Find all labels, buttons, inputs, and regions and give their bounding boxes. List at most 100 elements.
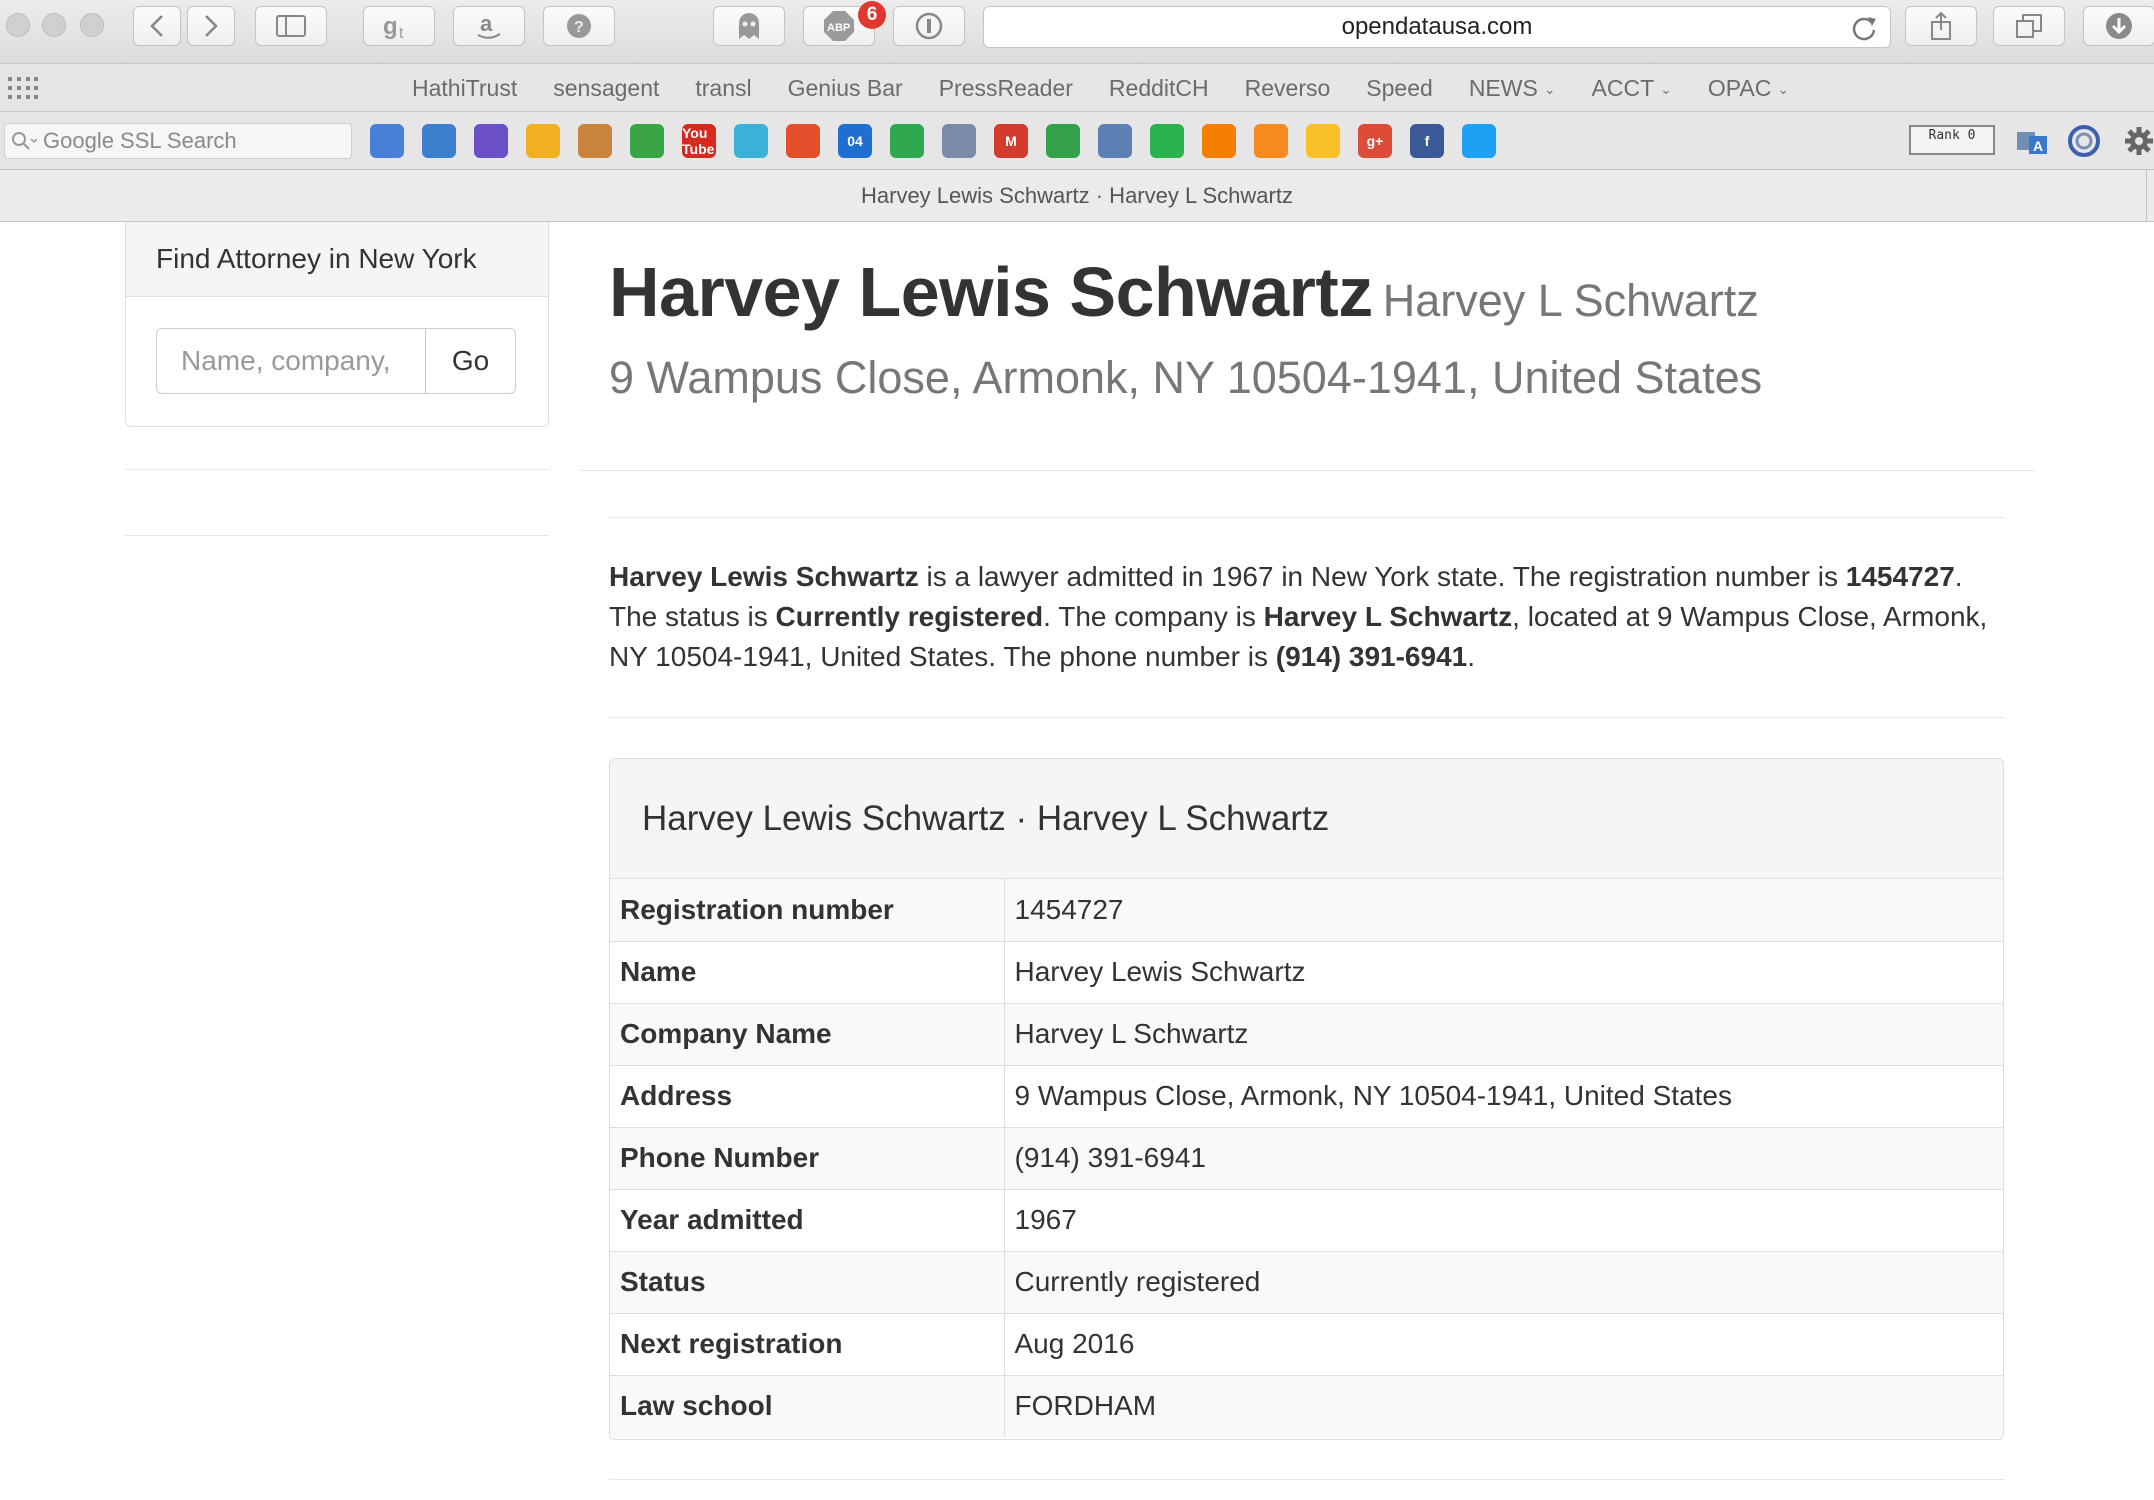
picasa-icon[interactable] (786, 124, 820, 158)
google-plus-icon[interactable]: g+ (1358, 124, 1392, 158)
c-logo-icon (2068, 125, 2100, 157)
active-tab-title[interactable]: Harvey Lewis Schwartz · Harvey L Schwart… (861, 183, 1293, 209)
svg-text:ABP: ABP (827, 22, 850, 34)
attorney-search-form: Go (156, 328, 516, 394)
summary-text: is a lawyer admitted in 1967 in New York… (918, 561, 1846, 592)
share-button[interactable] (1905, 6, 1977, 46)
ghostery-button[interactable] (713, 6, 785, 46)
extension-c-button[interactable] (2067, 124, 2101, 158)
favorite-opac[interactable]: OPAC ⌄ (1690, 75, 1807, 102)
chat-icon[interactable] (1254, 124, 1288, 158)
address-bar[interactable]: opendatausa.com (983, 6, 1891, 48)
details-row-value: (914) 391-6941 (1004, 1127, 2003, 1190)
favorite-label: Reverso (1244, 74, 1331, 101)
favorite-label: sensagent (553, 74, 660, 101)
tabs-overview-button[interactable] (1993, 6, 2065, 46)
summary-company: Harvey L Schwartz (1263, 601, 1513, 632)
tab-bar: Harvey Lewis Schwartz · Harvey L Schwart… (0, 170, 2154, 222)
summary-text: . The company is (1043, 601, 1264, 632)
tasks-icon[interactable] (1046, 124, 1080, 158)
favorites-bar: HathiTrust sensagent transl Genius Bar Press… (0, 64, 2154, 112)
google-translate-button[interactable]: gt (363, 6, 435, 46)
reload-icon[interactable] (1850, 13, 1878, 41)
keep-icon[interactable] (1306, 124, 1340, 158)
top-sites-grid-icon[interactable] (8, 77, 38, 99)
drive-icon[interactable] (890, 124, 924, 158)
page-title: Harvey Lewis Schwartz Harvey L Schwartz (609, 252, 1759, 332)
details-row-label: Next registration (610, 1313, 1005, 1376)
details-row-label: Phone Number (610, 1127, 1005, 1190)
attorney-search-input[interactable] (156, 328, 426, 394)
password-manager-button[interactable] (893, 6, 965, 46)
bottom-divider (609, 1479, 2004, 1480)
details-row: Phone Number (914) 391-6941 (610, 1127, 2003, 1190)
favorite-transl[interactable]: transl (677, 75, 769, 102)
facebook-icon[interactable]: f (1410, 124, 1444, 158)
page-content: Find Attorney in New York Go Harvey Lewi… (0, 222, 2154, 1500)
sidebar-toggle-button[interactable] (255, 6, 327, 46)
amazon-button[interactable]: a (453, 6, 525, 46)
go-button[interactable]: Go (426, 328, 516, 394)
zoom-window-button[interactable] (80, 13, 104, 37)
downloads-button[interactable] (2083, 6, 2154, 46)
forward-button[interactable] (187, 6, 235, 46)
favorite-news[interactable]: NEWS ⌄ (1451, 75, 1574, 102)
details-row-value: FORDHAM (1004, 1375, 2003, 1437)
voice-icon[interactable] (1098, 124, 1132, 158)
calendar-icon[interactable]: 04 (838, 124, 872, 158)
svg-text:a: a (480, 11, 493, 36)
details-row-label: Name (610, 941, 1005, 1004)
details-row: Address 9 Wampus Close, Armonk, NY 10504-… (610, 1065, 2003, 1128)
adblock-stop-icon: ABP (824, 11, 854, 41)
chevron-left-icon (150, 15, 163, 37)
details-row: Status Currently registered (610, 1251, 2003, 1314)
favorite-acct[interactable]: ACCT ⌄ (1574, 75, 1690, 102)
blogger-icon[interactable] (1202, 124, 1236, 158)
favorite-hathitrust[interactable]: HathiTrust (394, 75, 535, 102)
favorite-reverso[interactable]: Reverso (1227, 75, 1349, 102)
ghost-icon (739, 13, 759, 39)
adblock-plus-button[interactable]: ABP 6 (803, 1, 886, 46)
summary-name: Harvey Lewis Schwartz (609, 561, 919, 592)
extensions-bar: Google SSL Search You Tube 04 Mg+ f Rank 0 … (0, 112, 2154, 170)
play-store-icon[interactable] (734, 124, 768, 158)
details-row-value: 9 Wampus Close, Armonk, NY 10504-1941, U… (1004, 1065, 2003, 1128)
details-row: Next registration Aug 2016 (610, 1313, 2003, 1376)
details-row-label: Registration number (610, 879, 1005, 942)
header-divider (580, 470, 2034, 471)
favorite-speed[interactable]: Speed (1348, 75, 1451, 102)
translate-extension-button[interactable]: A (2015, 124, 2049, 158)
help-extension-button[interactable]: ? (543, 6, 615, 46)
books-icon[interactable] (578, 124, 612, 158)
favorite-redditch[interactable]: RedditCH (1091, 75, 1227, 102)
photos-icon[interactable] (526, 124, 560, 158)
new-tab-edge[interactable] (2146, 170, 2154, 222)
details-panel-heading: Harvey Lewis Schwartz · Harvey L Schwart… (610, 759, 2003, 879)
favorite-pressreader[interactable]: PressReader (921, 75, 1091, 102)
chart-icon[interactable] (630, 124, 664, 158)
favorite-label: NEWS (1468, 74, 1538, 101)
pagerank-widget[interactable]: Rank 0 (1909, 125, 1995, 155)
back-button[interactable] (133, 6, 181, 46)
chevron-down-icon: ⌄ (1777, 80, 1790, 97)
close-window-button[interactable] (6, 13, 30, 37)
attorney-address-subtitle: 9 Wampus Close, Armonk, NY 10504-1941, U… (609, 352, 1763, 403)
settings-button[interactable] (2122, 124, 2154, 158)
camera-icon[interactable] (422, 124, 456, 158)
contacts-icon[interactable] (942, 124, 976, 158)
details-row-label: Address (610, 1065, 1005, 1128)
details-row-label: Company Name (610, 1003, 1005, 1066)
youtube-icon[interactable]: You Tube (682, 124, 716, 158)
twitter-icon[interactable] (1462, 124, 1496, 158)
google-ssl-search-field[interactable]: Google SSL Search (4, 123, 352, 159)
favorite-label: RedditCH (1108, 74, 1209, 101)
svg-text:A: A (2033, 138, 2043, 154)
favorite-sensagent[interactable]: sensagent (535, 75, 677, 102)
google-toolbar-icon[interactable] (370, 124, 404, 158)
minimize-window-button[interactable] (42, 13, 66, 37)
favorite-genius-bar[interactable]: Genius Bar (770, 75, 921, 102)
details-row: Company Name Harvey L Schwartz (610, 1003, 2003, 1066)
gmail-icon[interactable]: M (994, 124, 1028, 158)
clapper-icon[interactable] (474, 124, 508, 158)
feedly-icon[interactable] (1150, 124, 1184, 158)
